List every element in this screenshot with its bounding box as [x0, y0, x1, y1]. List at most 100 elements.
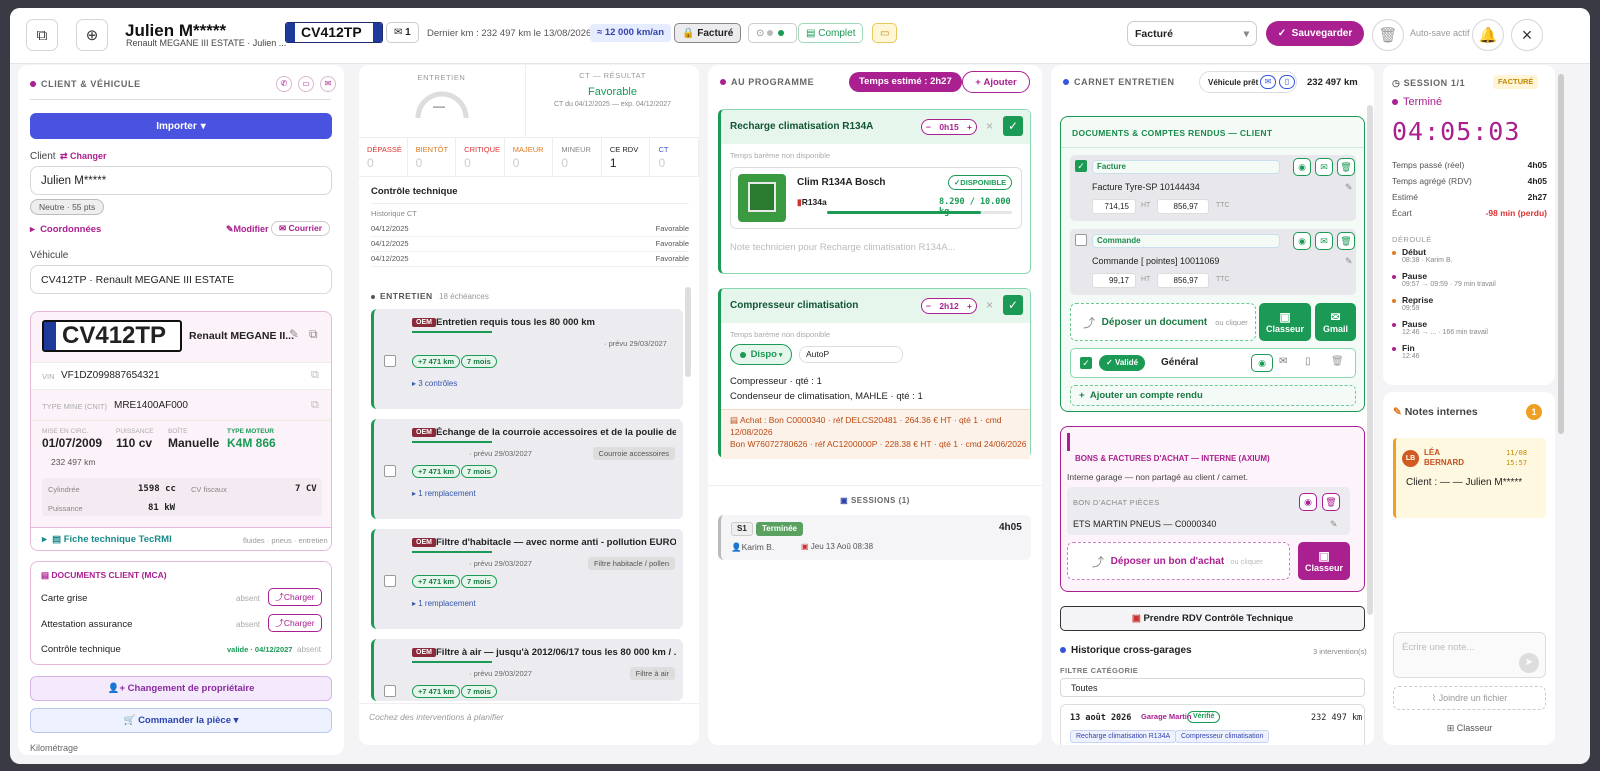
close-icon[interactable]: ×: [1511, 19, 1543, 51]
edit-icon[interactable]: ✎: [289, 327, 299, 341]
mail-count-button[interactable]: ✉ 1: [386, 22, 419, 43]
trash-icon[interactable]: 🗑: [1337, 232, 1355, 250]
maint-item-subtoggle[interactable]: ▸ 3 contrôles: [412, 379, 457, 388]
pencil-icon[interactable]: ✎: [1330, 519, 1338, 530]
copy-icon[interactable]: ⧉: [26, 19, 58, 51]
status-select[interactable]: Facturé ▾: [1127, 21, 1257, 46]
maint-item-subtoggle[interactable]: ▸ 1 remplacement: [412, 599, 476, 608]
mail-button[interactable]: ✉ Courrier: [271, 221, 331, 236]
trash-icon[interactable]: 🗑: [1331, 356, 1344, 367]
job-clim-check[interactable]: ✓: [1003, 116, 1023, 136]
maint-item-checkbox[interactable]: [384, 685, 396, 697]
vehicle-field[interactable]: CV412TP · Renault MEGANE III ESTATE: [30, 265, 332, 294]
job-compressor-check[interactable]: ✓: [1003, 295, 1023, 315]
maint-item-checkbox[interactable]: [384, 465, 396, 477]
notes-classeur-button[interactable]: ⊞ Classeur: [1393, 717, 1546, 739]
upload-insurance-button[interactable]: ⤴ Charger: [268, 614, 322, 632]
eye-icon[interactable]: ◉: [1293, 158, 1311, 176]
maint-item-checkbox[interactable]: [384, 355, 396, 367]
new-doc-icon[interactable]: ⊕: [76, 19, 108, 51]
upload-grise-button[interactable]: ⤴ Charger: [268, 588, 322, 606]
attach-file-button[interactable]: ⌇ Joindre un fichier: [1393, 686, 1546, 710]
eye-icon[interactable]: ◉: [1293, 232, 1311, 250]
copy-vin-icon[interactable]: ⧉: [311, 369, 319, 382]
client-field[interactable]: Julien M*****: [30, 166, 332, 195]
dispo-toggle[interactable]: Dispo ▾: [730, 344, 792, 365]
mail-icon[interactable]: ✉: [1315, 232, 1333, 250]
note-input[interactable]: Écrire une note... ➤: [1393, 632, 1546, 678]
pencil-icon[interactable]: ✎: [1345, 256, 1353, 267]
pencil-icon[interactable]: ✎: [1345, 182, 1353, 193]
session-stat-value: -98 min (perdu): [1485, 208, 1547, 218]
chat-icon[interactable]: ▭: [298, 76, 314, 92]
file-icon[interactable]: ▯: [1305, 356, 1311, 367]
loan-toggle[interactable]: Véhicule prêt ✉ ▯: [1199, 71, 1297, 93]
receipt-icon: ▤: [730, 415, 740, 425]
mail-icon[interactable]: ✉: [1260, 75, 1276, 89]
phone-icon[interactable]: ▯: [1279, 75, 1295, 89]
maint-item-checkbox[interactable]: [384, 575, 396, 587]
doc-order-checkbox[interactable]: [1075, 234, 1087, 246]
mail-icon[interactable]: ✉: [1315, 158, 1333, 176]
doc-order-type[interactable]: Commande: [1092, 234, 1280, 248]
doc-invoice-checkbox[interactable]: ✓: [1075, 160, 1087, 172]
maint-scrollbar[interactable]: [685, 287, 691, 377]
session-id: S1: [731, 522, 753, 536]
maint-item[interactable]: OEM Filtre à air — jusqu'à 2012/06/17 tou…: [371, 639, 683, 701]
tecrmi-toggle[interactable]: ▸ ▤ Fiche technique TecRMI: [42, 534, 172, 545]
history-entry[interactable]: 13 août 2026 Garage Martin Vérifié 232 4…: [1060, 704, 1365, 745]
maint-item[interactable]: OEM Entretien requis tous les 80 000 km · …: [371, 309, 683, 409]
voucher-classeur-button[interactable]: ▣ Classeur: [1298, 542, 1350, 580]
mail-icon[interactable]: ✉: [1279, 356, 1287, 367]
remove-icon[interactable]: ×: [986, 298, 993, 312]
trash-icon[interactable]: 🗑: [1372, 19, 1404, 51]
carnet-scrollbar[interactable]: [1367, 105, 1373, 615]
change-client-link[interactable]: ⇄ Changer: [60, 151, 107, 162]
rdv-ct-button[interactable]: ▣ Prendre RDV Contrôle Technique: [1060, 606, 1365, 631]
maint-item[interactable]: OEM Filtre d'habitacle — avec norme anti …: [371, 529, 683, 629]
comment-icon[interactable]: ▭: [872, 23, 898, 43]
phone-icon[interactable]: ✆: [276, 76, 292, 92]
session-stat-row: Estimé 2h27: [1392, 192, 1547, 208]
eye-icon[interactable]: ◉: [1251, 354, 1273, 372]
doc-invoice-ttc[interactable]: 856,97: [1157, 199, 1209, 214]
drop-voucher-zone[interactable]: ⤴ Déposer un bon d'achat ou cliquer: [1067, 542, 1290, 580]
save-button[interactable]: ✓ Sauvegarder: [1266, 21, 1364, 46]
import-button[interactable]: Importer ▾: [30, 113, 332, 139]
doc-order-ttc[interactable]: 856,97: [1157, 273, 1209, 288]
copy-mine-icon[interactable]: ⧉: [311, 399, 319, 412]
plate-badge: CV412TP: [285, 22, 383, 43]
maint-item-subtoggle[interactable]: ▸ 1 remplacement: [412, 489, 476, 498]
drop-document-zone[interactable]: ⤴ Déposer un document ou cliquer: [1070, 303, 1256, 341]
order-part-button[interactable]: 🛒 Commander la pièce ▾: [30, 708, 332, 733]
trash-icon[interactable]: 🗑: [1322, 493, 1340, 511]
mail-icon[interactable]: ✉: [320, 76, 336, 92]
doc-order-ht[interactable]: 99,17: [1092, 273, 1136, 288]
history-tag: Compresseur climatisation: [1175, 730, 1270, 743]
eye-icon[interactable]: ◉: [1299, 493, 1317, 511]
maint-item[interactable]: OEM Échange de la courroie accessoires et…: [371, 419, 683, 519]
doc-name-ct: Contrôle technique: [41, 644, 121, 655]
trash-icon[interactable]: 🗑: [1337, 158, 1355, 176]
job-clim-time-stepper[interactable]: −0h15 +: [921, 119, 977, 135]
copy-icon[interactable]: ⧉: [309, 327, 318, 342]
bell-icon[interactable]: 🔔: [1472, 19, 1504, 51]
doc-invoice-ht[interactable]: 714,15: [1092, 199, 1136, 214]
general-report-checkbox[interactable]: ✓: [1080, 357, 1092, 369]
category-filter-select[interactable]: Toutes: [1060, 678, 1365, 697]
job-compressor-time-stepper[interactable]: −2h12 +: [921, 298, 977, 314]
classeur-button[interactable]: ▣ Classeur: [1259, 303, 1311, 341]
modify-link[interactable]: ✎Modifier: [226, 224, 269, 235]
add-report-button[interactable]: + Ajouter un compte rendu: [1070, 385, 1356, 406]
remove-icon[interactable]: ×: [986, 119, 993, 133]
add-job-button[interactable]: + Ajouter: [962, 71, 1030, 93]
owner-change-button[interactable]: 👤+ Changement de propriétaire: [30, 676, 332, 701]
gmail-button[interactable]: ✉ Gmail: [1315, 303, 1356, 341]
autop-field[interactable]: AutoP: [799, 346, 903, 363]
doc-invoice-type[interactable]: Facture: [1092, 160, 1280, 174]
send-icon[interactable]: ➤: [1519, 653, 1539, 673]
page-scrollbar[interactable]: [1558, 74, 1564, 434]
job-clim-note[interactable]: Note technicien pour Recharge climatisat…: [730, 242, 955, 253]
coords-toggle[interactable]: ▸ Coordonnées: [30, 224, 101, 235]
session-row[interactable]: S1 Terminée 4h05 👤Karim B. ▣ Jeu 13 Aoû …: [718, 515, 1031, 560]
